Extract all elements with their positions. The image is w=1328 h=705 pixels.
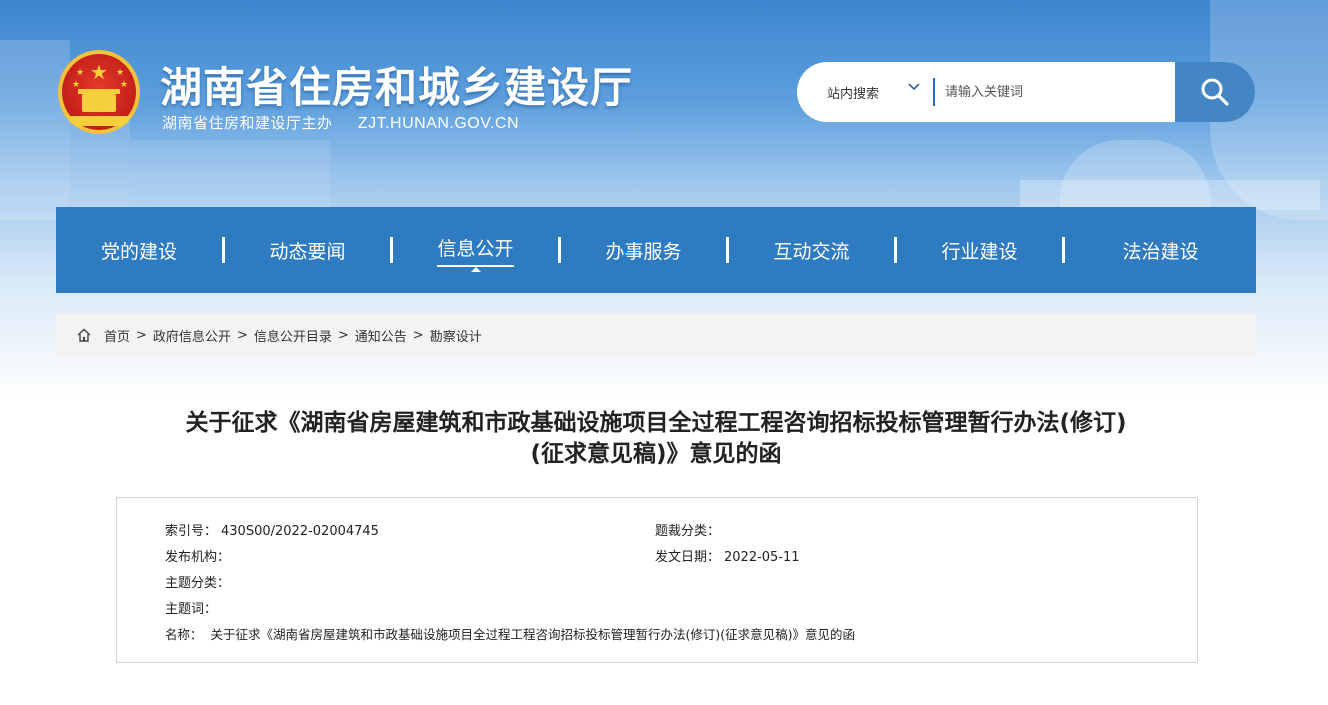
national-emblem-logo[interactable]: ★ ★ ★ ★ ★ (58, 50, 140, 134)
meta-label: 发布机构： (165, 550, 231, 565)
breadcrumb-info-catalog[interactable]: 信息公开目录 (254, 326, 332, 345)
emblem-gate (78, 89, 120, 112)
nav-item-label: 党的建设 (100, 240, 177, 263)
breadcrumb-separator: > (236, 327, 248, 343)
search-button[interactable] (1175, 62, 1255, 122)
breadcrumb: 首页 > 政府信息公开 > 信息公开目录 > 通知公告 > 勘察设计 (56, 313, 1256, 357)
nav-item-interaction[interactable]: 互动交流 (729, 207, 894, 293)
search-icon (1201, 78, 1229, 106)
meta-label: 主题分类： (165, 576, 231, 591)
emblem-star-icon: ★ (116, 68, 125, 78)
breadcrumb-separator: > (136, 327, 147, 343)
search-divider (933, 78, 935, 106)
nav-item-rule-of-law[interactable]: 法治建设 (1065, 207, 1256, 293)
breadcrumb-survey-design[interactable]: 勘察设计 (430, 326, 482, 345)
nav-item-label: 互动交流 (773, 240, 850, 263)
home-icon[interactable] (76, 327, 92, 343)
meta-value: 关于征求《湖南省房屋建筑和市政基础设施项目全过程工程咨询招标投标管理暂行办法(修… (210, 627, 856, 642)
breadcrumb-notices[interactable]: 通知公告 (355, 326, 407, 345)
breadcrumb-home[interactable]: 首页 (104, 326, 130, 345)
banner-building-decoration (130, 140, 330, 210)
meta-name: 名称： 关于征求《湖南省房屋建筑和市政基础设施项目全过程工程咨询招标投标管理暂行办… (165, 624, 855, 643)
site-url: ZJT.HUNAN.GOV.CN (357, 115, 519, 132)
nav-item-info-disclosure[interactable]: 信息公开 (393, 207, 558, 293)
nav-item-label: 行业建设 (941, 240, 1018, 263)
banner-building-decoration (0, 40, 70, 220)
site-sponsor: 湖南省住房和建设厅主办 (162, 114, 333, 132)
emblem-star-icon: ★ (76, 68, 85, 78)
meta-publisher: 发布机构： (165, 546, 234, 565)
article-title-line: 关于征求《湖南省房屋建筑和市政基础设施项目全过程工程咨询招标投标管理暂行办法(修… (185, 410, 1127, 436)
search-bar: 站内搜索 (797, 62, 1255, 122)
meta-label: 索引号： (165, 524, 218, 539)
search-scope-select[interactable]: 站内搜索 (827, 83, 879, 102)
site-title[interactable]: 湖南省住房和城乡建设厅 (160, 54, 633, 115)
meta-date: 发文日期： 2022-05-11 (655, 546, 800, 565)
meta-keywords: 主题词： (165, 598, 221, 617)
banner-building-decoration (1020, 180, 1320, 210)
meta-label: 名称： (165, 627, 203, 642)
site-subtitle: 湖南省住房和建设厅主办 ZJT.HUNAN.GOV.CN (162, 112, 519, 133)
emblem-star-icon: ★ (120, 80, 129, 90)
breadcrumb-separator: > (412, 327, 424, 343)
meta-category: 题裁分类： (655, 520, 724, 539)
breadcrumb-gov-info[interactable]: 政府信息公开 (153, 326, 231, 345)
chevron-down-icon[interactable] (907, 79, 921, 97)
meta-label: 主题词： (165, 602, 218, 617)
article-title: 关于征求《湖南省房屋建筑和市政基础设施项目全过程工程咨询招标投标管理暂行办法(修… (56, 408, 1256, 470)
nav-item-label: 办事服务 (605, 240, 682, 263)
nav-item-news[interactable]: 动态要闻 (225, 207, 390, 293)
emblem-wreath (68, 116, 130, 126)
meta-index: 索引号： 430S00/2022-02004745 (165, 520, 379, 539)
meta-label: 题裁分类： (655, 524, 721, 539)
breadcrumb-separator: > (337, 327, 349, 343)
meta-label: 发文日期： (655, 550, 721, 565)
nav-item-label: 动态要闻 (269, 240, 346, 263)
meta-topic: 主题分类： (165, 572, 234, 591)
article-meta-table: 索引号： 430S00/2022-02004745 题裁分类： 发布机构： 发文日… (116, 497, 1198, 663)
nav-item-label: 信息公开 (437, 234, 514, 267)
meta-value: 2022-05-11 (724, 550, 800, 565)
emblem-star-icon: ★ (90, 60, 108, 84)
article-title-line: (征求意见稿)》意见的函 (530, 441, 782, 467)
nav-item-industry[interactable]: 行业建设 (897, 207, 1062, 293)
meta-value: 430S00/2022-02004745 (221, 524, 379, 539)
nav-item-services[interactable]: 办事服务 (561, 207, 726, 293)
search-input[interactable] (945, 78, 1165, 106)
nav-item-label: 法治建设 (1122, 240, 1199, 263)
nav-item-party-building[interactable]: 党的建设 (56, 207, 222, 293)
main-nav: 党的建设 动态要闻 信息公开 办事服务 互动交流 行业建设 法治建设 (56, 207, 1256, 293)
